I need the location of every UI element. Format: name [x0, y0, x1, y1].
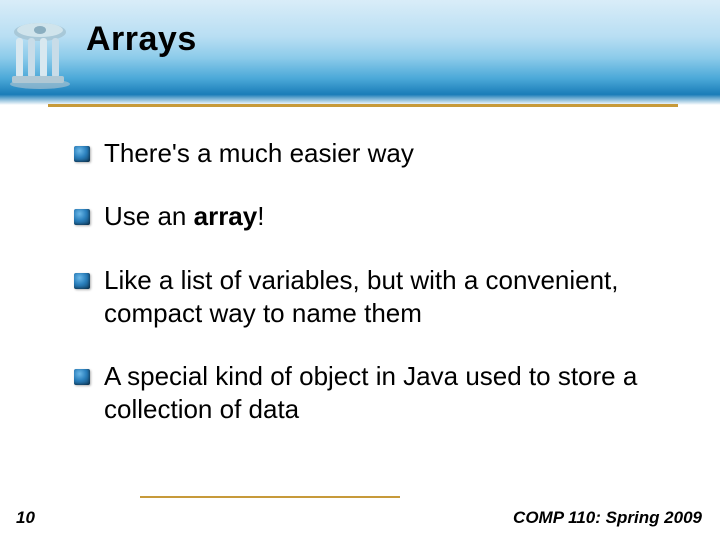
bullet-post: ! [257, 201, 264, 231]
bullet-pre: A special kind of object in Java used to… [104, 361, 637, 424]
bullet-pre: There's a much easier way [104, 138, 414, 168]
slide-header: Arrays [0, 0, 720, 105]
bullet-text: A special kind of object in Java used to… [104, 360, 668, 427]
bullet-text: There's a much easier way [104, 137, 668, 170]
bullet-item: There's a much easier way [74, 137, 668, 170]
bullet-icon [74, 209, 90, 225]
page-number: 10 [16, 508, 35, 528]
bullet-item: A special kind of object in Java used to… [74, 360, 668, 427]
bullet-text: Like a list of variables, but with a con… [104, 264, 668, 331]
bullet-item: Like a list of variables, but with a con… [74, 264, 668, 331]
logo-icon [4, 20, 76, 90]
bullet-icon [74, 273, 90, 289]
bullet-pre: Like a list of variables, but with a con… [104, 265, 619, 328]
bullet-item: Use an array! [74, 200, 668, 233]
bullet-icon [74, 146, 90, 162]
slide-title: Arrays [86, 20, 197, 59]
course-label: COMP 110: Spring 2009 [513, 508, 702, 528]
bullet-text: Use an array! [104, 200, 668, 233]
slide-footer: 10 COMP 110: Spring 2009 [0, 502, 720, 530]
bullet-icon [74, 369, 90, 385]
slide-content: There's a much easier way Use an array! … [0, 105, 720, 427]
footer-divider [140, 496, 400, 498]
header-divider [48, 104, 678, 107]
bullet-bold: array [194, 201, 258, 231]
bullet-pre: Use an [104, 201, 194, 231]
